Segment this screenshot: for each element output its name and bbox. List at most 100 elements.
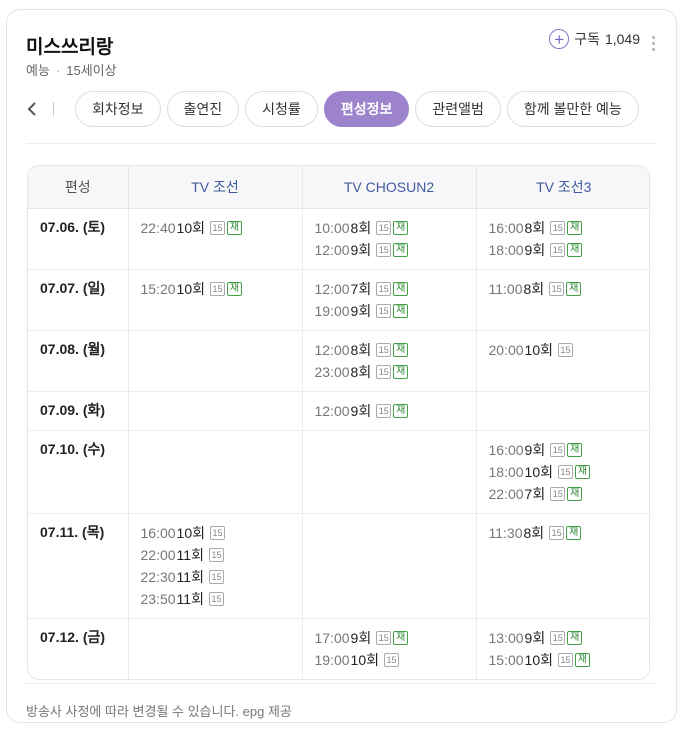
broadcast-slot[interactable]: 23:50 11회 15: [141, 588, 302, 610]
episode-number: 9회: [350, 402, 372, 419]
broadcast-slot[interactable]: 12:00 9회 15 재: [315, 239, 476, 261]
broadcast-slot[interactable]: 12:00 8회 15 재: [315, 339, 476, 361]
broadcast-time: 15:20: [140, 280, 176, 297]
broadcast-slot[interactable]: 19:00 10회 15: [315, 649, 476, 671]
chevron-left-icon[interactable]: [21, 91, 43, 127]
broadcast-slot[interactable]: 22:40 10회 15 재: [141, 217, 302, 239]
schedule-row: 07.10. (수) 16:00 9회 15 재 18:00 10회 15 재 22:00 7…: [28, 429, 650, 513]
episode-number: 10회: [176, 280, 205, 297]
broadcast-slot[interactable]: 11:30 8회 15 재: [489, 522, 650, 544]
rerun-badge: 재: [227, 220, 242, 235]
rerun-badge: 재: [393, 303, 409, 318]
episode-number: 9회: [524, 629, 546, 646]
age-rating-badge: 15: [558, 342, 573, 357]
age-rating-badge: 15: [550, 486, 566, 501]
broadcast-slot[interactable]: 16:00 8회 15 재: [489, 217, 650, 239]
section-divider: [26, 143, 657, 144]
broadcast-slot[interactable]: 15:00 10회 15 재: [489, 649, 650, 671]
broadcast-slot[interactable]: 13:00 9회 15 재: [488, 627, 650, 649]
broadcast-slot[interactable]: 11:00 8회 15 재: [489, 278, 650, 300]
age-rating-badge: 15: [550, 220, 566, 235]
broadcast-slot[interactable]: 19:00 9회 15 재: [315, 300, 476, 322]
more-vertical-icon[interactable]: [652, 36, 656, 51]
age-rating-badge: 15: [550, 242, 566, 257]
rerun-badge: 재: [566, 281, 582, 296]
rerun-badge: 재: [567, 486, 583, 501]
episode-number: 10회: [176, 219, 205, 236]
broadcast-time: 13:00: [488, 629, 524, 646]
broadcast-time: 17:00: [314, 629, 350, 646]
channel-header-tv-chosun2[interactable]: TV CHOSUN2: [301, 166, 476, 209]
broadcast-time: 12:00: [314, 402, 350, 419]
broadcast-time: 18:00: [488, 241, 524, 258]
age-rating-badge: 15: [550, 442, 566, 457]
plus-circle-icon: +: [549, 29, 570, 49]
broadcast-time: 10:00: [314, 219, 350, 236]
broadcast-time: 12:00: [314, 241, 350, 258]
episode-number: 10회: [524, 651, 553, 668]
broadcast-slot[interactable]: 17:00 9회 15 재: [315, 627, 476, 649]
broadcast-slot[interactable]: 22:00 11회 15: [141, 544, 302, 566]
broadcast-time: 19:00: [314, 651, 350, 668]
schedule-row: 07.11. (목) 16:00 10회 15 22:00 11회 15 22:30 11…: [28, 512, 650, 618]
schedule-table: 편성 TV 조선 TV CHOSUN2 TV 조선3 07.06. (토) 22:…: [27, 165, 650, 680]
rerun-badge: 재: [575, 464, 590, 479]
tab-related-albums[interactable]: 관련앨범: [415, 91, 501, 127]
age-rating-badge: 15: [210, 281, 225, 296]
age-rating-badge: 15: [376, 242, 392, 257]
program-title[interactable]: 미스쓰리랑: [26, 32, 113, 59]
rerun-badge: 재: [227, 281, 242, 296]
schedule-cell: 20:00 10회 15: [475, 329, 650, 391]
broadcast-slot[interactable]: 20:00 10회 15: [489, 339, 650, 361]
broadcast-slot[interactable]: 16:00 10회 15: [141, 522, 302, 544]
broadcast-slot[interactable]: 10:00 8회 15 재: [315, 217, 476, 239]
schedule-cell: 13:00 9회 15 재 15:00 10회 15 재: [475, 617, 650, 679]
schedule-cell: 17:00 9회 15 재 19:00 10회 15: [301, 617, 476, 679]
broadcast-slot[interactable]: 22:00 7회 15 재: [489, 483, 650, 505]
age-rating-badge: 15: [376, 220, 392, 235]
schedule-row: 07.07. (일) 15:20 10회 15 재 12:00 7회 15 재 19:00 9…: [28, 268, 650, 330]
tab-ratings[interactable]: 시청률: [245, 91, 318, 127]
schedule-cell: [301, 512, 476, 618]
age-rating-badge: 15: [376, 303, 392, 318]
genre-label: 예능: [26, 63, 50, 78]
schedule-row: 07.09. (화) 12:00 9회 15 재: [28, 390, 649, 430]
broadcast-slot[interactable]: 12:00 7회 15 재: [315, 278, 476, 300]
age-rating-badge: 15: [376, 630, 392, 645]
episode-number: 9회: [350, 629, 372, 646]
episode-number: 11회: [176, 590, 204, 607]
episode-number: 8회: [523, 524, 545, 541]
age-rating-badge: 15: [376, 281, 392, 296]
schedule-date: 07.10. (수): [28, 429, 128, 513]
episode-number: 8회: [350, 341, 372, 358]
age-rating-badge: 15: [210, 220, 225, 235]
schedule-cell: 16:00 8회 15 재 18:00 9회 15 재: [475, 208, 650, 269]
broadcast-slot[interactable]: 18:00 9회 15 재: [488, 239, 650, 261]
subscribe-label: 구독: [574, 31, 600, 47]
episode-number: 11회: [176, 546, 204, 563]
rerun-badge: 재: [393, 403, 409, 418]
date-column-header: 편성: [28, 166, 128, 209]
channel-header-tv-chosun3[interactable]: TV 조선3: [475, 166, 649, 209]
broadcast-time: 16:00: [140, 524, 176, 541]
broadcast-time: 12:00: [314, 341, 350, 358]
tab-episode-info[interactable]: 회차정보: [75, 91, 161, 127]
age-rating-badge: 15: [549, 525, 565, 540]
episode-number: 10회: [524, 463, 553, 480]
tab-recommended-shows[interactable]: 함께 볼만한 예능: [506, 91, 639, 127]
broadcast-slot[interactable]: 15:20 10회 15 재: [141, 278, 302, 300]
channel-header-tv-chosun[interactable]: TV 조선: [127, 166, 302, 209]
broadcast-slot[interactable]: 16:00 9회 15 재: [488, 439, 650, 461]
tab-cast[interactable]: 출연진: [166, 91, 240, 127]
subscribe-button[interactable]: + 구독 1,049: [549, 29, 640, 49]
rerun-badge: 재: [393, 281, 409, 296]
broadcast-slot[interactable]: 12:00 9회 15 재: [315, 400, 476, 422]
broadcast-slot[interactable]: 23:00 8회 15 재: [315, 361, 476, 383]
broadcast-slot[interactable]: 22:30 11회 15: [141, 566, 302, 588]
schedule-row: 07.12. (금) 17:00 9회 15 재 19:00 10회 15 13:00 9회…: [28, 617, 650, 679]
tab-schedule[interactable]: 편성정보: [323, 91, 410, 127]
broadcast-slot[interactable]: 18:00 10회 15 재: [489, 461, 650, 483]
rerun-badge: 재: [567, 630, 583, 645]
broadcast-time: 22:00: [140, 546, 176, 563]
broadcast-time: 16:00: [488, 441, 524, 458]
